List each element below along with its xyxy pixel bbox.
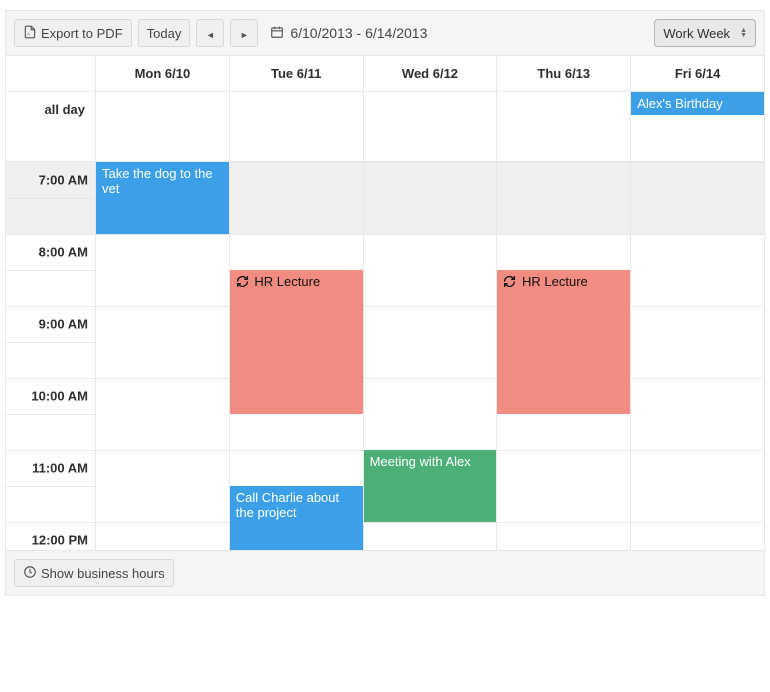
business-hours-button[interactable]: Show business hours	[14, 559, 174, 587]
allday-cell-wed[interactable]	[364, 92, 498, 161]
event-title: HR Lecture	[522, 274, 588, 289]
export-pdf-button[interactable]: A Export to PDF	[14, 19, 132, 47]
day-column-mon[interactable]: Take the dog to the vet	[96, 162, 230, 550]
allday-row: all day Alex's Birthday	[6, 92, 764, 162]
time-label-12pm: 12:00 PM	[32, 533, 88, 548]
date-range-picker[interactable]: 6/10/2013 - 6/14/2013	[264, 21, 433, 46]
day-grid: Take the dog to the vet HR Lecture	[96, 162, 764, 550]
header-time-spacer	[6, 56, 96, 91]
allday-cell-fri[interactable]: Alex's Birthday	[631, 92, 764, 161]
event-title: Meeting with Alex	[370, 454, 471, 469]
allday-cell-thu[interactable]	[497, 92, 631, 161]
event-hr-thu[interactable]: HR Lecture	[497, 270, 630, 414]
updown-icon: ▲▼	[740, 28, 747, 38]
day-column-tue[interactable]: HR Lecture Call Charlie about the projec…	[230, 162, 364, 550]
time-label-10am: 10:00 AM	[31, 389, 88, 404]
event-call-charlie[interactable]: Call Charlie about the project	[230, 486, 363, 550]
recurring-icon	[503, 275, 516, 291]
header-day-thu[interactable]: Thu 6/13	[497, 56, 631, 91]
chevron-left-icon	[206, 26, 215, 41]
scheduler: A Export to PDF Today 6/10/2013 - 6/14/2…	[5, 10, 765, 596]
time-label-8am: 8:00 AM	[39, 245, 88, 260]
recurring-icon	[236, 275, 249, 291]
today-button[interactable]: Today	[138, 19, 191, 47]
event-title: HR Lecture	[254, 274, 320, 289]
header-day-mon[interactable]: Mon 6/10	[96, 56, 230, 91]
time-label-11am: 11:00 AM	[32, 461, 88, 476]
day-column-thu[interactable]: HR Lecture	[497, 162, 631, 550]
day-column-fri[interactable]	[631, 162, 764, 550]
prev-button[interactable]	[196, 19, 224, 47]
pdf-icon: A	[23, 25, 37, 42]
header-day-fri[interactable]: Fri 6/14	[631, 56, 764, 91]
event-title: Take the dog to the vet	[102, 166, 213, 196]
export-pdf-label: Export to PDF	[41, 26, 123, 41]
next-button[interactable]	[230, 19, 258, 47]
event-alex-birthday[interactable]: Alex's Birthday	[631, 92, 764, 115]
allday-cell-mon[interactable]	[96, 92, 230, 161]
footer: Show business hours	[6, 550, 764, 595]
header-day-wed[interactable]: Wed 6/12	[364, 56, 498, 91]
event-title: Call Charlie about the project	[236, 490, 339, 520]
svg-text:A: A	[27, 31, 30, 36]
business-hours-label: Show business hours	[41, 566, 165, 581]
allday-cell-tue[interactable]	[230, 92, 364, 161]
toolbar: A Export to PDF Today 6/10/2013 - 6/14/2…	[6, 11, 764, 56]
today-label: Today	[147, 26, 182, 41]
day-column-wed[interactable]: Meeting with Alex	[364, 162, 498, 550]
header-day-tue[interactable]: Tue 6/11	[230, 56, 364, 91]
allday-label: all day	[6, 92, 96, 161]
event-hr-tue[interactable]: HR Lecture	[230, 270, 363, 414]
event-meeting-alex[interactable]: Meeting with Alex	[364, 450, 497, 522]
chevron-right-icon	[240, 26, 249, 41]
view-select-label: Work Week	[663, 26, 730, 41]
grid-body: 7:00 AM 8:00 AM 9:00 AM 10:00 AM 11:00 A…	[6, 162, 764, 550]
date-range-label: 6/10/2013 - 6/14/2013	[290, 25, 427, 41]
time-gutter: 7:00 AM 8:00 AM 9:00 AM 10:00 AM 11:00 A…	[6, 162, 96, 550]
clock-icon	[23, 565, 37, 582]
view-select[interactable]: Work Week ▲▼	[654, 19, 756, 47]
time-label-7am: 7:00 AM	[39, 173, 88, 188]
header-row: Mon 6/10 Tue 6/11 Wed 6/12 Thu 6/13 Fri …	[6, 56, 764, 92]
calendar-icon	[270, 25, 284, 42]
time-label-9am: 9:00 AM	[39, 317, 88, 332]
event-dog-vet[interactable]: Take the dog to the vet	[96, 162, 229, 234]
